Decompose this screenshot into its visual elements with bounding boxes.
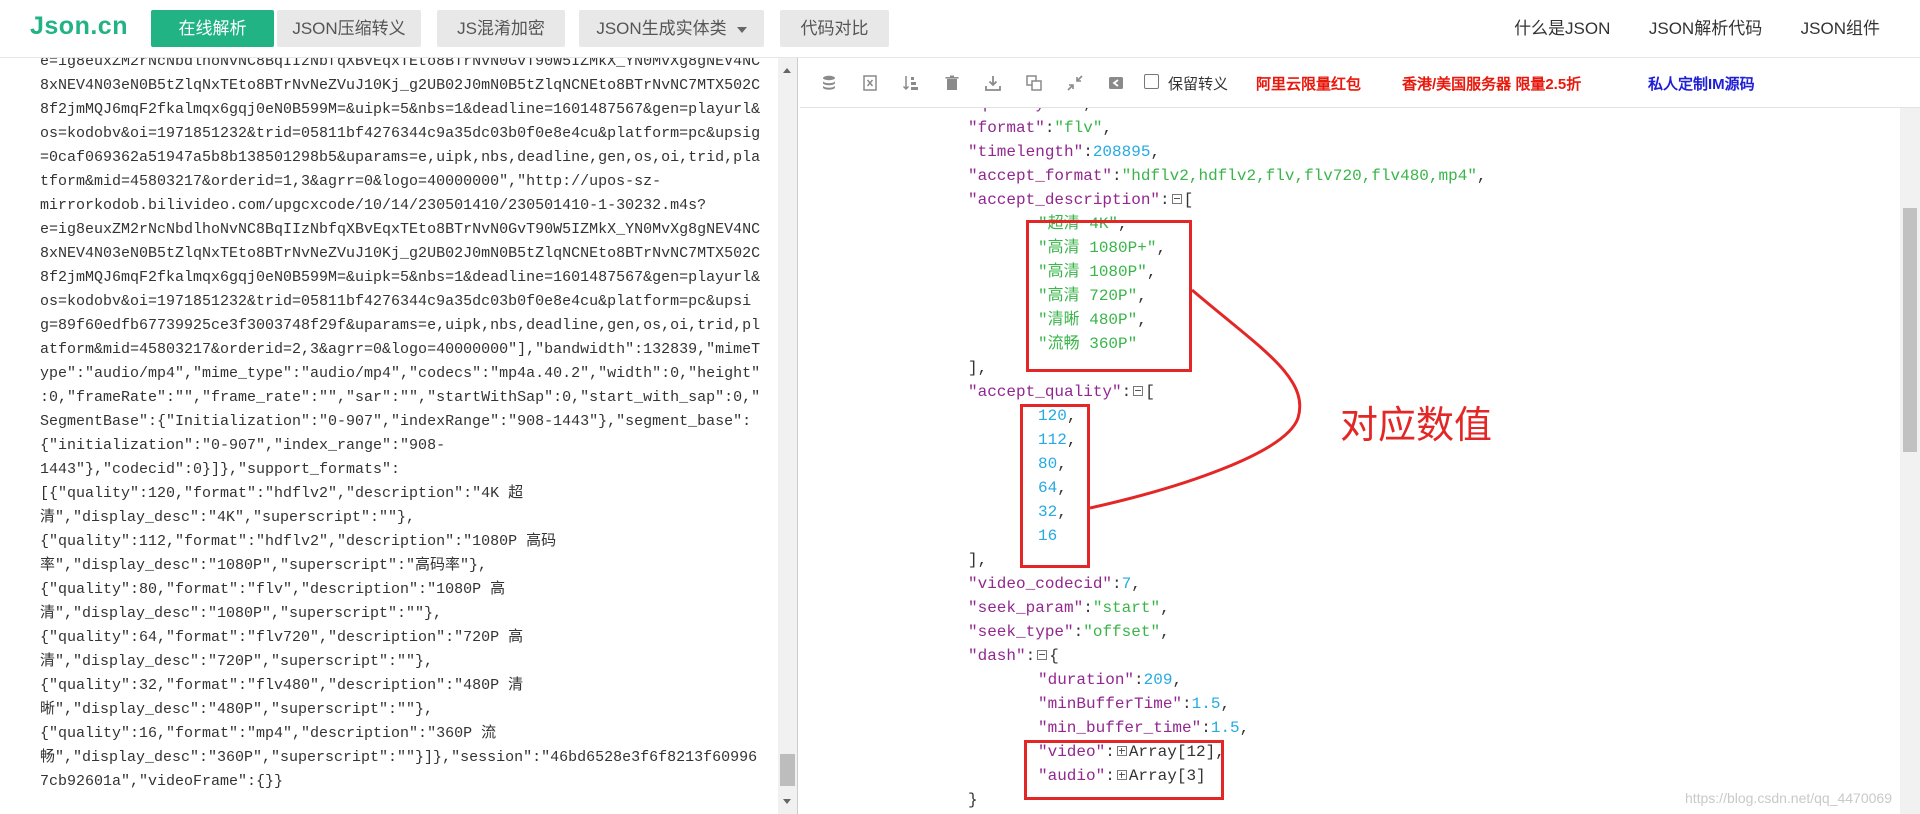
editor-scrollbar[interactable] bbox=[778, 58, 797, 814]
editor-line: 8f2jmMQJ6mqF2fkalmqx6gqj0eN0B599M=&uipk=… bbox=[40, 269, 761, 286]
site-logo[interactable]: Json.cn bbox=[30, 12, 128, 41]
editor-line: os=kodobv&oi=1971851232&trid=05811bf4276… bbox=[40, 125, 761, 142]
editor-line: atform&mid=45803217&orderid=2,3&agrr=0&l… bbox=[40, 341, 761, 358]
nav-code-compare-button[interactable]: 代码对比 bbox=[780, 10, 889, 47]
editor-line: {"quality":16,"format":"mp4","descriptio… bbox=[40, 725, 497, 742]
editor-line: {"quality":112,"format":"hdflv2","descri… bbox=[40, 533, 557, 550]
viewer-scrollbar-thumb[interactable] bbox=[1903, 208, 1917, 452]
editor-scrollbar-thumb[interactable] bbox=[780, 754, 795, 786]
json-input-editor[interactable]: e=ig8euxZM2rNcNbdlhoNvNC8BqIIzNbfqXBvEqx… bbox=[0, 58, 798, 814]
editor-line: {"quality":80,"format":"flv","descriptio… bbox=[40, 581, 506, 598]
editor-line: g=89f60edfb67739925ce3f3003748f29f&upara… bbox=[40, 317, 761, 334]
editor-line: e=ig8euxZM2rNcNbdlhoNvNC8BqIIzNbfqXBvEqx… bbox=[40, 58, 761, 70]
editor-line: tform&mid=45803217&orderid=1,3&agrr=0&lo… bbox=[40, 173, 662, 190]
watermark: https://blog.csdn.net/qq_4470069 bbox=[1684, 790, 1892, 806]
editor-line: 率","display_desc":"1080P","superscript":… bbox=[40, 557, 488, 574]
viewer-scrollbar[interactable] bbox=[1900, 108, 1920, 814]
top-right-links: 什么是JSON JSON解析代码 JSON组件 bbox=[1480, 0, 1880, 58]
chevron-down-icon bbox=[736, 26, 747, 33]
editor-line: 晰","display_desc":"480P","superscript":"… bbox=[40, 701, 434, 718]
top-navigation: Json.cn 在线解析 JSON压缩转义 JS混淆加密 JSON生成实体类 代… bbox=[0, 0, 1920, 58]
editor-line: e=ig8euxZM2rNcNbdlhoNvNC8BqIIzNbfqXBvEqx… bbox=[40, 221, 761, 238]
json-input-text[interactable]: e=ig8euxZM2rNcNbdlhoNvNC8BqIIzNbfqXBvEqx… bbox=[40, 58, 761, 794]
editor-line: 8xNEV4N03eN0B5tZlqNxTEto8BTrNvNeZVuJ10Kj… bbox=[40, 77, 761, 94]
scroll-up-icon[interactable] bbox=[783, 68, 791, 73]
nav-js-obfuscate-button[interactable]: JS混淆加密 bbox=[437, 10, 565, 47]
json-tree-viewer: 保留转义 阿里云限量红包 香港/美国服务器 限量2.5折 私人定制IM源码 "q… bbox=[800, 58, 1920, 814]
editor-line: {"initialization":"0-907","index_range":… bbox=[40, 437, 446, 454]
logo-main: Json bbox=[30, 12, 91, 40]
editor-line: 畅","display_desc":"360P","superscript":"… bbox=[40, 749, 758, 766]
editor-line: mirrorkodob.bilivideo.com/upgcxcode/10/1… bbox=[40, 197, 707, 214]
nav-online-parse-button[interactable]: 在线解析 bbox=[151, 10, 274, 47]
nav-json-entity-label: JSON生成实体类 bbox=[596, 19, 727, 38]
link-json-components[interactable]: JSON组件 bbox=[1801, 0, 1880, 58]
logo-suffix: .cn bbox=[90, 12, 128, 40]
editor-line: =0caf069362a51947a5b8b138501298b5&uparam… bbox=[40, 149, 761, 166]
editor-line: {"quality":64,"format":"flv720","descrip… bbox=[40, 629, 524, 646]
editor-line: 清","display_desc":"1080P","superscript":… bbox=[40, 605, 443, 622]
editor-line: os=kodobv&oi=1971851232&trid=05811bf4276… bbox=[40, 293, 752, 310]
annotation-label: 对应数值 bbox=[1340, 403, 1493, 447]
nav-json-compress-button[interactable]: JSON压缩转义 bbox=[277, 10, 421, 47]
editor-line: [{"quality":120,"format":"hdflv2","descr… bbox=[40, 485, 524, 502]
editor-line: 8f2jmMQJ6mqF2fkalmqx6gqj0eN0B599M=&uipk=… bbox=[40, 101, 761, 118]
link-what-is-json[interactable]: 什么是JSON bbox=[1514, 0, 1610, 58]
editor-line: 1443"},"codecid":0}]},"support_formats": bbox=[40, 461, 401, 478]
editor-line: {"quality":32,"format":"flv480","descrip… bbox=[40, 677, 524, 694]
editor-line: 8xNEV4N03eN0B5tZlqNxTEto8BTrNvNeZVuJ10Kj… bbox=[40, 245, 761, 262]
nav-json-entity-dropdown[interactable]: JSON生成实体类 bbox=[579, 10, 764, 47]
editor-line: SegmentBase":{"Initialization":"0-907","… bbox=[40, 413, 752, 430]
scroll-down-icon[interactable] bbox=[783, 799, 791, 804]
editor-line: 7cb92601a","videoFrame":{}} bbox=[40, 773, 284, 790]
editor-line: ype":"audio/mp4","mime_type":"audio/mp4"… bbox=[40, 365, 761, 382]
editor-line: :0,"frameRate":"","frame_rate":"","sar":… bbox=[40, 389, 761, 406]
editor-line: 清","display_desc":"720P","superscript":"… bbox=[40, 653, 434, 670]
link-json-parse-code[interactable]: JSON解析代码 bbox=[1649, 0, 1762, 58]
editor-line: 清","display_desc":"4K","superscript":""}… bbox=[40, 509, 416, 526]
